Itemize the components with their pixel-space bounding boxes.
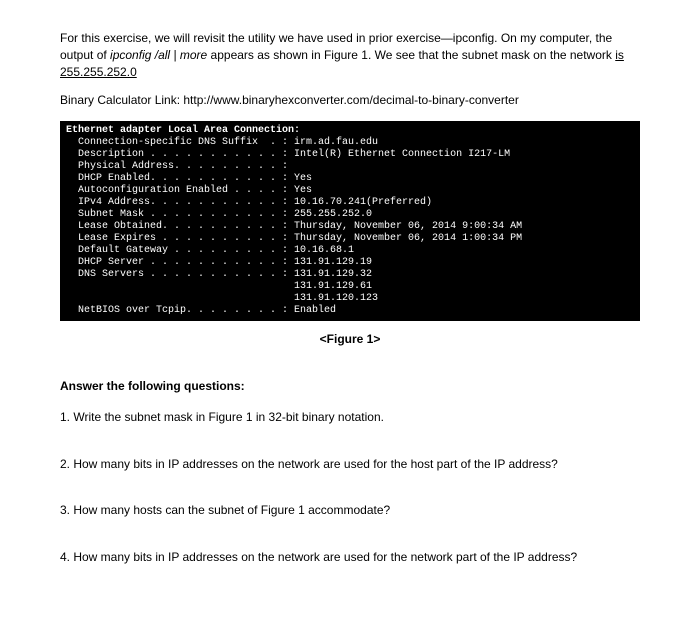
question-3: 3. How many hosts can the subnet of Figu…: [60, 502, 640, 519]
document-page: For this exercise, we will revisit the u…: [0, 0, 700, 626]
terminal-output: Ethernet adapter Local Area Connection: …: [60, 121, 640, 321]
intro-part2: appears as shown in Figure 1. We see tha…: [207, 48, 615, 62]
terminal-header: Ethernet adapter Local Area Connection:: [66, 125, 300, 136]
ipconfig-command: ipconfig /all | more: [110, 48, 207, 62]
terminal-body: Connection-specific DNS Suffix . : irm.a…: [66, 137, 522, 316]
question-2: 2. How many bits in IP addresses on the …: [60, 456, 640, 473]
question-4: 4. How many bits in IP addresses on the …: [60, 549, 640, 566]
intro-paragraph: For this exercise, we will revisit the u…: [60, 30, 640, 80]
question-1: 1. Write the subnet mask in Figure 1 in …: [60, 409, 640, 426]
figure-label: <Figure 1>: [60, 331, 640, 348]
calculator-link-text: Binary Calculator Link: http://www.binar…: [60, 92, 640, 109]
questions-header: Answer the following questions:: [60, 378, 640, 395]
